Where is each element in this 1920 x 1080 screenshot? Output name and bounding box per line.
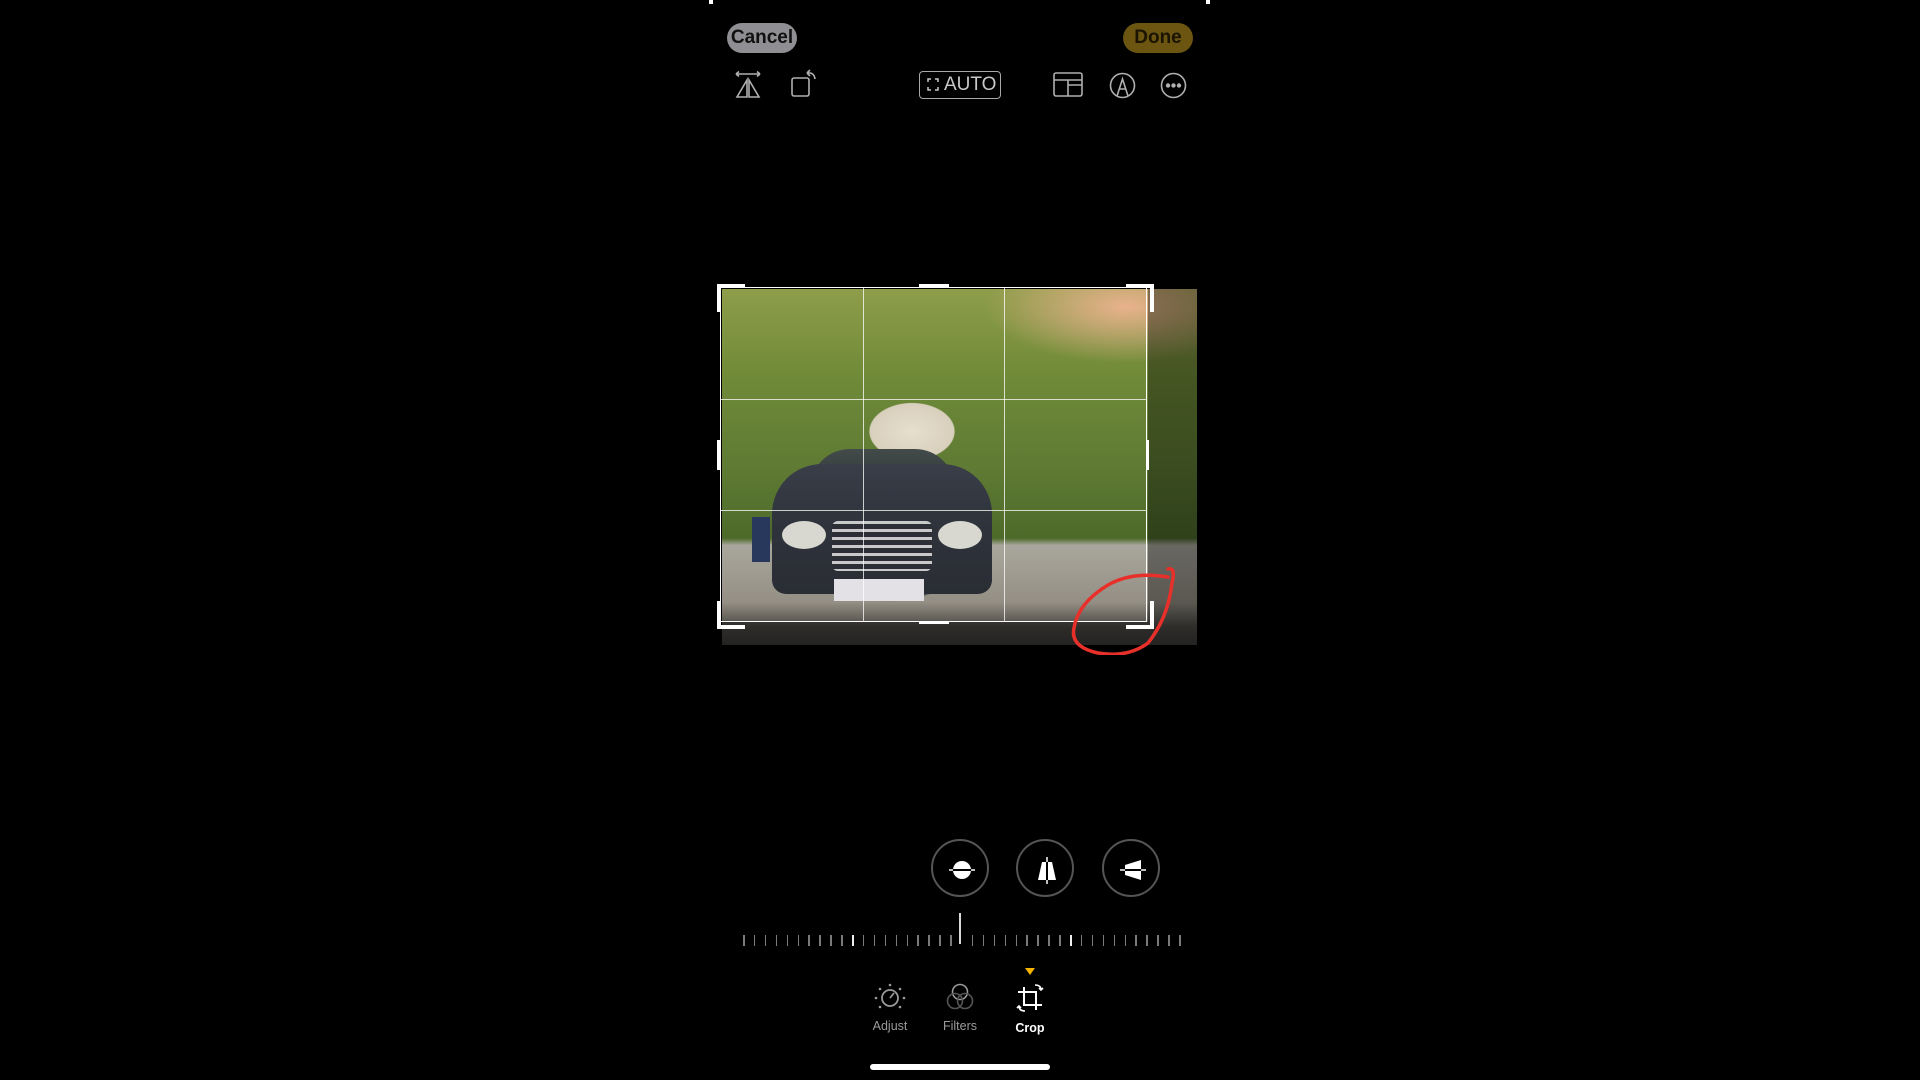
screen-corner xyxy=(1206,0,1210,4)
crop-handle-top-left[interactable] xyxy=(717,284,745,312)
ruler-tick xyxy=(841,935,843,946)
ruler-tick xyxy=(873,935,876,946)
ruler-tick xyxy=(786,935,789,946)
ruler-tick xyxy=(1124,935,1126,946)
crop-handle-left[interactable] xyxy=(717,440,720,470)
tab-label: Crop xyxy=(1015,1021,1045,1035)
ruler-tick xyxy=(971,935,974,946)
crop-icon xyxy=(1016,984,1044,1012)
vertical-perspective-icon xyxy=(1038,857,1056,884)
grid-line xyxy=(1004,288,1006,621)
tab-adjust[interactable]: Adjust xyxy=(855,982,925,1033)
ruler-tick xyxy=(1070,935,1072,946)
cancel-button[interactable]: Cancel xyxy=(727,23,797,53)
ruler-tick xyxy=(1179,935,1181,946)
ruler-tick xyxy=(1146,935,1148,946)
ruler-tick xyxy=(906,935,908,946)
crop-handle-top[interactable] xyxy=(919,284,949,287)
horizontal-perspective-icon xyxy=(1120,860,1146,880)
ruler-tick xyxy=(1048,935,1050,946)
straighten-button[interactable] xyxy=(931,839,989,897)
ruler-tick xyxy=(895,935,898,946)
annotation-circle xyxy=(1071,567,1176,655)
crop-handle-bottom-left[interactable] xyxy=(717,601,745,629)
slider-indicator[interactable] xyxy=(959,913,961,944)
aspect-ratio-icon[interactable] xyxy=(1053,72,1083,103)
ruler-tick xyxy=(797,935,799,946)
tab-crop[interactable]: Crop xyxy=(995,982,1065,1035)
crop-frame-icon xyxy=(927,78,939,91)
auto-straighten-button[interactable]: AUTO xyxy=(919,71,1001,99)
ruler-tick xyxy=(982,935,985,946)
tab-filters[interactable]: Filters xyxy=(925,982,995,1033)
ruler-tick xyxy=(1015,935,1017,946)
screen-corner xyxy=(709,0,713,4)
ruler-tick xyxy=(1168,935,1170,946)
straighten-icon xyxy=(949,861,975,879)
ruler-tick xyxy=(1080,935,1083,946)
horizontal-perspective-button[interactable] xyxy=(1102,839,1160,897)
ruler-tick xyxy=(950,935,952,946)
ruler-tick xyxy=(1113,935,1116,946)
ruler-tick xyxy=(808,935,810,946)
ruler-tick xyxy=(1037,935,1039,946)
crop-handle-bottom[interactable] xyxy=(919,621,949,624)
tab-label: Adjust xyxy=(872,1019,908,1033)
home-indicator[interactable] xyxy=(870,1064,1050,1070)
ruler-tick xyxy=(852,935,854,946)
auto-label: AUTO xyxy=(944,74,997,95)
flip-horizontal-icon[interactable] xyxy=(733,70,763,105)
rotate-icon[interactable] xyxy=(789,68,819,105)
markup-icon[interactable] xyxy=(1109,72,1136,104)
ruler-tick xyxy=(884,935,887,946)
adjust-dial-icon xyxy=(874,983,906,1009)
filters-circles-icon xyxy=(946,983,974,1010)
grid-line xyxy=(721,398,1146,400)
ruler-tick xyxy=(764,935,767,946)
ruler-tick xyxy=(1102,935,1105,946)
ruler-tick xyxy=(928,935,930,946)
ruler-tick xyxy=(917,935,919,946)
tab-label: Filters xyxy=(942,1019,978,1033)
ruler-tick xyxy=(862,935,865,946)
ruler-tick xyxy=(1157,935,1159,946)
crop-handle-top-right[interactable] xyxy=(1126,284,1154,312)
more-icon[interactable] xyxy=(1160,72,1187,104)
crop-handle-right[interactable] xyxy=(1146,440,1149,470)
ruler-tick xyxy=(1004,935,1007,946)
ruler-tick xyxy=(939,935,941,946)
ruler-tick xyxy=(1135,935,1137,946)
ruler-tick xyxy=(830,935,832,946)
ruler-tick xyxy=(1091,935,1094,946)
active-tab-marker xyxy=(1025,968,1035,975)
ruler-tick xyxy=(775,935,778,946)
ruler-tick xyxy=(1059,935,1061,946)
done-button[interactable]: Done xyxy=(1123,23,1193,53)
grid-line xyxy=(862,288,864,621)
ruler-tick xyxy=(753,935,756,946)
ruler-tick xyxy=(1026,935,1028,946)
grid-line xyxy=(721,509,1146,511)
ruler-tick xyxy=(993,935,996,946)
ruler-tick xyxy=(743,935,745,946)
vertical-perspective-button[interactable] xyxy=(1016,839,1074,897)
ruler-tick xyxy=(819,935,821,946)
